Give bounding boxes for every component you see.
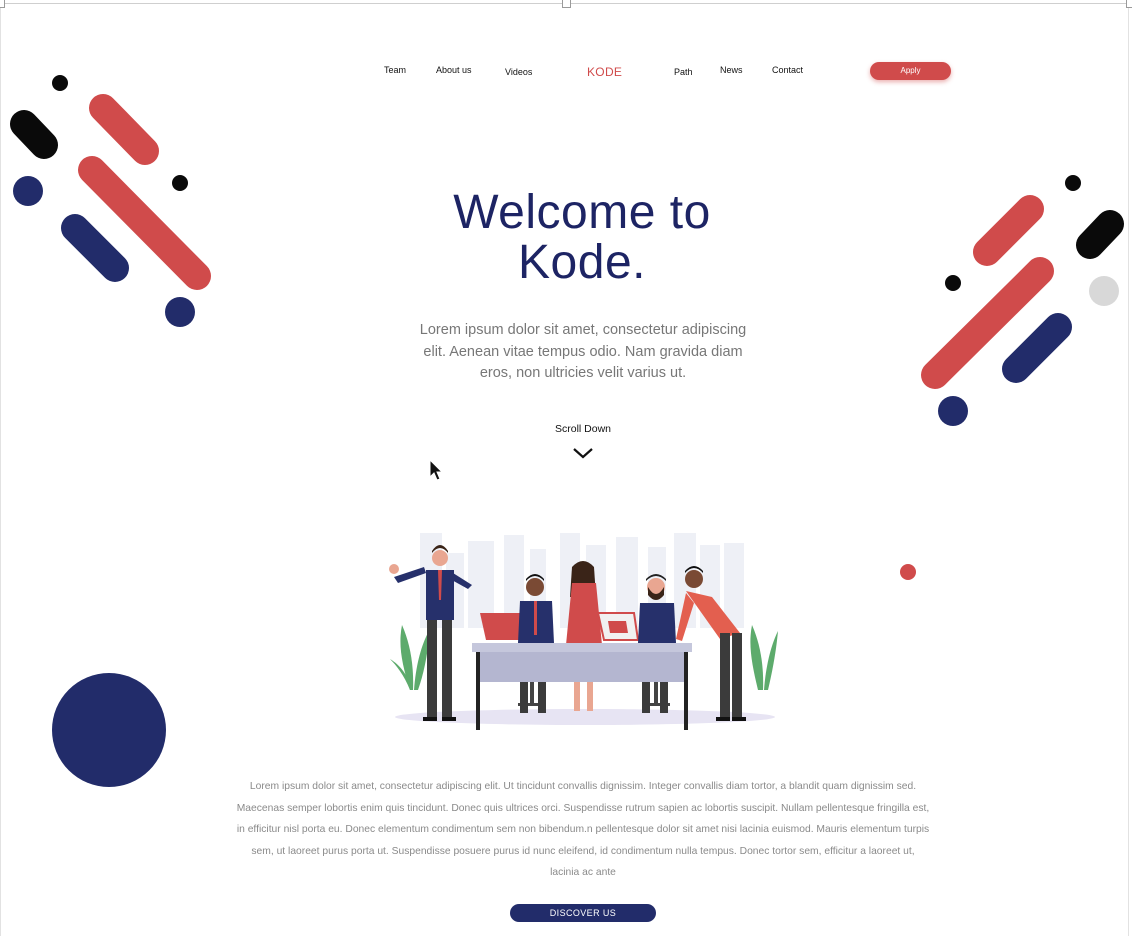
nav-link-news[interactable]: News (720, 65, 743, 75)
nav-link-about-us[interactable]: About us (436, 65, 472, 75)
brand-logo[interactable]: KODE (587, 65, 622, 79)
mouse-cursor-icon (429, 459, 444, 481)
resize-handle-top-left[interactable] (0, 0, 5, 8)
chevron-down-icon[interactable] (571, 446, 595, 460)
discover-us-button[interactable]: DISCOVER US (510, 904, 656, 922)
hero-title-line1: Welcome to (453, 186, 711, 239)
resize-handle-top-center[interactable] (562, 0, 571, 8)
team-illustration (389, 533, 778, 730)
hero-title-line2: Kode. (518, 236, 646, 289)
hero-title: Welcome to Kode. (382, 188, 782, 288)
nav-link-contact[interactable]: Contact (772, 65, 803, 75)
intro-paragraph: Lorem ipsum dolor sit amet, consectetur … (236, 781, 930, 878)
apply-button[interactable]: Apply (870, 62, 951, 80)
resize-handle-top-right[interactable] (1126, 0, 1132, 8)
nav-link-team[interactable]: Team (384, 65, 406, 75)
scroll-down-link[interactable]: Scroll Down (533, 423, 633, 435)
nav-link-path[interactable]: Path (674, 67, 693, 77)
hero-subtitle: Lorem ipsum dolor sit amet, consectetur … (419, 322, 747, 381)
nav-link-videos[interactable]: Videos (505, 67, 532, 77)
